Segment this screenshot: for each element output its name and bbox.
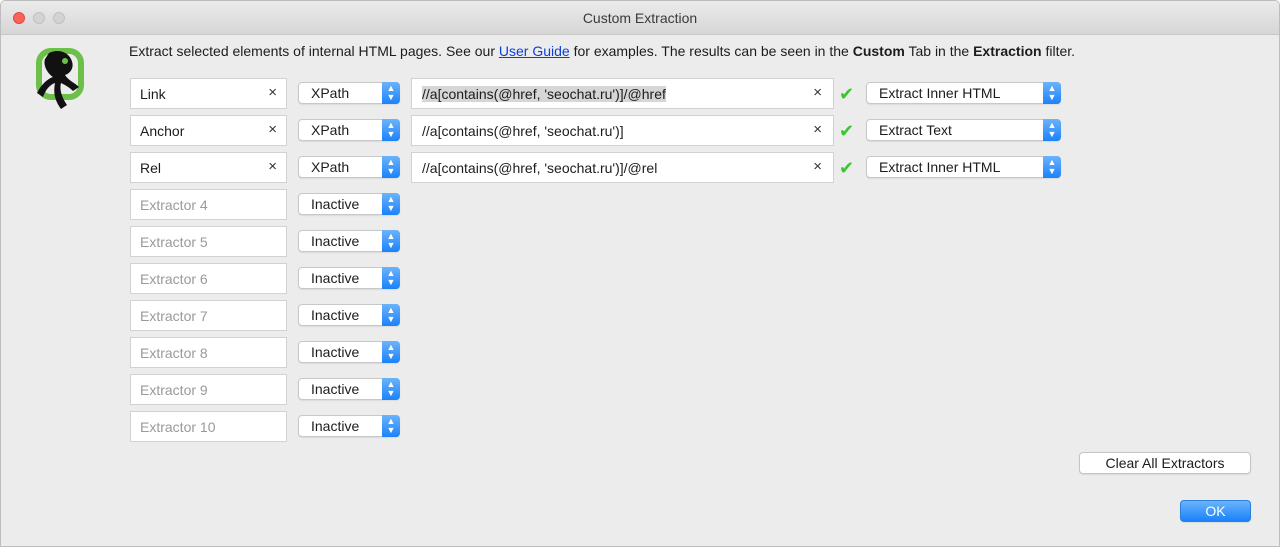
chevron-up-down-icon: ▲ ▼ [1043, 119, 1061, 141]
extractor-name-placeholder: Extractor 8 [140, 345, 208, 361]
chevron-up-down-icon: ▲ ▼ [382, 119, 400, 141]
extractor-type-select[interactable]: Inactive ▲ ▼ [298, 341, 400, 363]
extractor-type-select[interactable]: Inactive ▲ ▼ [298, 304, 400, 326]
extractor-row-7: Extractor 7 Inactive ▲ ▼ [1, 300, 1279, 332]
extractor-type-value: Inactive [311, 233, 360, 249]
extractor-name-field[interactable]: Anchor × [130, 115, 287, 146]
intro-bold-extraction: Extraction [973, 43, 1042, 59]
extractor-type-value: Inactive [311, 196, 360, 212]
extractor-name-field[interactable]: Extractor 6 [130, 263, 287, 294]
extractor-name-field[interactable]: Extractor 5 [130, 226, 287, 257]
extractor-type-value: XPath [311, 159, 350, 175]
chevron-up-down-icon: ▲ ▼ [382, 267, 400, 289]
extractor-type-select[interactable]: Inactive ▲ ▼ [298, 415, 400, 437]
ok-button[interactable]: OK [1180, 500, 1251, 522]
extractor-name-field[interactable]: Extractor 4 [130, 189, 287, 220]
extractor-name-field[interactable]: Extractor 8 [130, 337, 287, 368]
intro-bold-custom: Custom [852, 43, 905, 59]
clear-icon[interactable]: × [813, 158, 822, 175]
extract-mode-select[interactable]: Extract Inner HTML ▲ ▼ [866, 156, 1061, 178]
extract-mode-value: Extract Inner HTML [879, 159, 1001, 175]
extractor-type-value: Inactive [311, 307, 360, 323]
extractor-name-placeholder: Extractor 4 [140, 197, 208, 213]
extractor-name-placeholder: Extractor 10 [140, 419, 216, 435]
chevron-up-down-icon: ▲ ▼ [382, 82, 400, 104]
clear-icon[interactable]: × [813, 84, 822, 101]
window-title: Custom Extraction [582, 10, 698, 26]
extractor-type-value: XPath [311, 122, 350, 138]
intro-text-part: for examples. The results can be seen in… [569, 43, 853, 59]
extract-mode-select[interactable]: Extract Inner HTML ▲ ▼ [866, 82, 1061, 104]
extractor-row-9: Extractor 9 Inactive ▲ ▼ [1, 374, 1279, 406]
clear-icon[interactable]: × [268, 84, 277, 101]
intro-text-part: Tab in the [904, 43, 974, 59]
extractor-name-placeholder: Extractor 7 [140, 308, 208, 324]
extractor-name-value: Link [140, 86, 166, 102]
chevron-up-down-icon: ▲ ▼ [1043, 82, 1061, 104]
title-bar: Custom Extraction [1, 1, 1279, 35]
extractor-name-field[interactable]: Extractor 9 [130, 374, 287, 405]
extractor-row-4: Extractor 4 Inactive ▲ ▼ [1, 189, 1279, 221]
extractor-expression-field[interactable]: //a[contains(@href, 'seochat.ru')]/@href… [411, 78, 834, 109]
extractor-row-2: Anchor × XPath ▲ ▼ //a[contains(@href, 's… [1, 115, 1279, 147]
extractor-name-field[interactable]: Extractor 10 [130, 411, 287, 442]
intro-text: Extract selected elements of internal HT… [129, 43, 1075, 59]
extractor-row-5: Extractor 5 Inactive ▲ ▼ [1, 226, 1279, 258]
extractor-name-placeholder: Extractor 6 [140, 271, 208, 287]
extractor-row-6: Extractor 6 Inactive ▲ ▼ [1, 263, 1279, 295]
extractor-expression-value: //a[contains(@href, 'seochat.ru')] [422, 123, 624, 139]
extractor-name-value: Anchor [140, 123, 185, 139]
extractor-name-field[interactable]: Rel × [130, 152, 287, 183]
user-guide-link[interactable]: User Guide [499, 43, 570, 59]
extractor-expression-field[interactable]: //a[contains(@href, 'seochat.ru')]/@rel … [411, 152, 834, 183]
clear-all-extractors-button[interactable]: Clear All Extractors [1079, 452, 1251, 474]
valid-check-icon: ✔ [839, 84, 855, 104]
extractor-type-select[interactable]: Inactive ▲ ▼ [298, 267, 400, 289]
extractor-type-select[interactable]: XPath ▲ ▼ [298, 119, 400, 141]
clear-icon[interactable]: × [268, 121, 277, 138]
extractor-name-placeholder: Extractor 9 [140, 382, 208, 398]
extractor-name-placeholder: Extractor 5 [140, 234, 208, 250]
extractor-type-value: Inactive [311, 381, 360, 397]
extractor-type-value: Inactive [311, 270, 360, 286]
chevron-up-down-icon: ▲ ▼ [382, 304, 400, 326]
extractor-row-8: Extractor 8 Inactive ▲ ▼ [1, 337, 1279, 369]
extractor-row-10: Extractor 10 Inactive ▲ ▼ [1, 411, 1279, 443]
extractor-type-select[interactable]: Inactive ▲ ▼ [298, 378, 400, 400]
extractor-type-select[interactable]: XPath ▲ ▼ [298, 82, 400, 104]
chevron-up-down-icon: ▲ ▼ [382, 341, 400, 363]
extractor-row-1: Link × XPath ▲ ▼ //a[contains(@href, 'seo… [1, 78, 1279, 110]
extractor-type-select[interactable]: Inactive ▲ ▼ [298, 230, 400, 252]
extractor-expression-field[interactable]: //a[contains(@href, 'seochat.ru')] × [411, 115, 834, 146]
valid-check-icon: ✔ [839, 158, 855, 178]
chevron-up-down-icon: ▲ ▼ [382, 378, 400, 400]
extractor-expression-value: //a[contains(@href, 'seochat.ru')]/@href [422, 86, 666, 102]
clear-icon[interactable]: × [268, 158, 277, 175]
extractor-type-select[interactable]: Inactive ▲ ▼ [298, 193, 400, 215]
chevron-up-down-icon: ▲ ▼ [1043, 156, 1061, 178]
extractor-name-field[interactable]: Link × [130, 78, 287, 109]
chevron-up-down-icon: ▲ ▼ [382, 193, 400, 215]
extractor-type-select[interactable]: XPath ▲ ▼ [298, 156, 400, 178]
intro-text-part: filter. [1041, 43, 1076, 59]
clear-icon[interactable]: × [813, 121, 822, 138]
extract-mode-value: Extract Inner HTML [879, 85, 1001, 101]
extract-mode-select[interactable]: Extract Text ▲ ▼ [866, 119, 1061, 141]
chevron-up-down-icon: ▲ ▼ [382, 415, 400, 437]
valid-check-icon: ✔ [839, 121, 855, 141]
intro-text-part: Extract selected elements of internal HT… [129, 43, 499, 59]
extractor-name-field[interactable]: Extractor 7 [130, 300, 287, 331]
custom-extraction-window: Custom Extraction Extract selected eleme… [0, 0, 1280, 547]
chevron-up-down-icon: ▲ ▼ [382, 230, 400, 252]
extractor-type-value: Inactive [311, 344, 360, 360]
extractor-type-value: XPath [311, 85, 350, 101]
extractor-name-value: Rel [140, 160, 162, 176]
extractor-expression-value: //a[contains(@href, 'seochat.ru')]/@rel [422, 160, 658, 176]
chevron-up-down-icon: ▲ ▼ [382, 156, 400, 178]
extractor-row-3: Rel × XPath ▲ ▼ //a[contains(@href, 'seoc… [1, 152, 1279, 184]
extract-mode-value: Extract Text [879, 122, 952, 138]
extractor-type-value: Inactive [311, 418, 360, 434]
